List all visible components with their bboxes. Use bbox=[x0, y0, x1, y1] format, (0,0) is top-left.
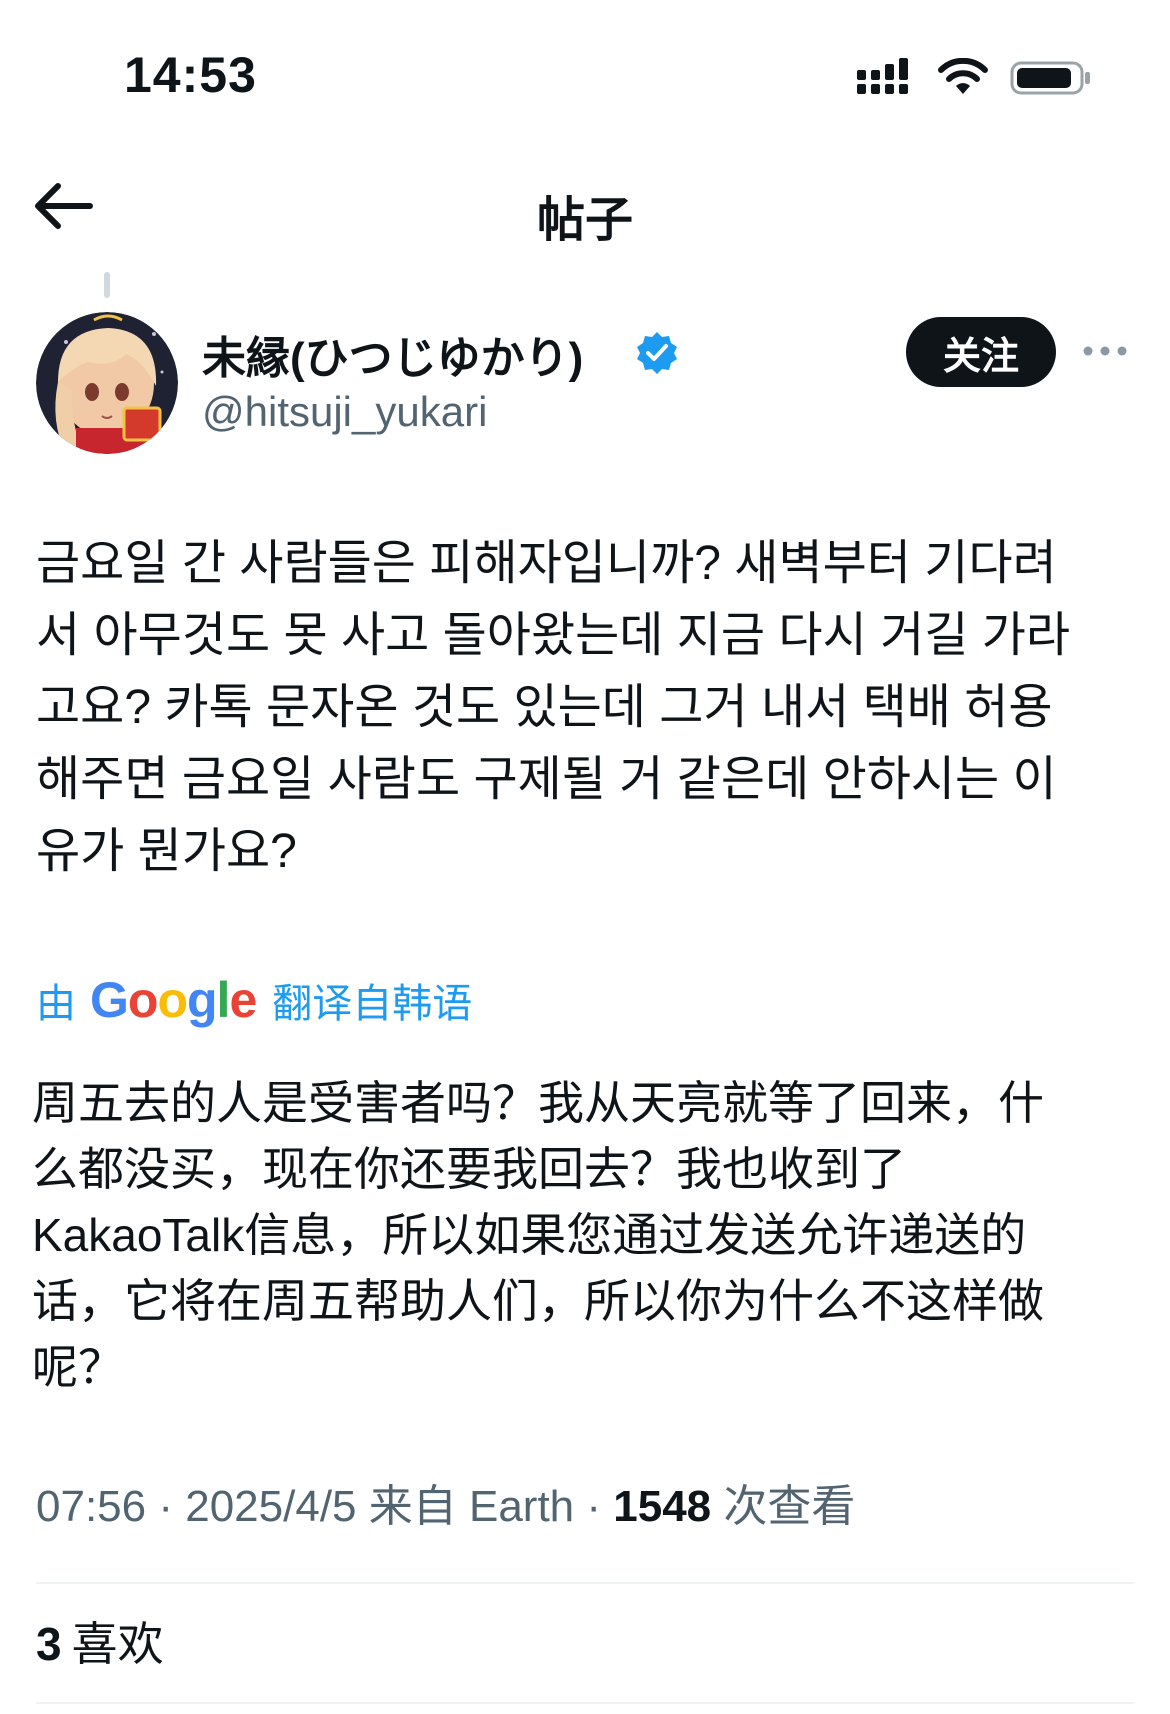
likes-label: 喜欢 bbox=[71, 1618, 164, 1670]
likes-count: 3 bbox=[36, 1618, 62, 1670]
page-title: 帖子 bbox=[536, 194, 633, 247]
wifi-icon bbox=[938, 58, 988, 94]
meta-separator: · bbox=[158, 1482, 173, 1531]
tweet-meta: 07:56 · 2025/4/5 来自 Earth · 1548 次查看 bbox=[36, 1470, 855, 1534]
tweet-time[interactable]: 07:56 bbox=[36, 1482, 146, 1531]
author-display-name[interactable]: 未縁(ひつじゆかり) bbox=[202, 322, 583, 386]
divider bbox=[36, 1582, 1134, 1584]
tweet-source: 来自 Earth bbox=[368, 1482, 575, 1531]
verified-badge-icon bbox=[637, 332, 677, 374]
tweet-date[interactable]: 2025/4/5 bbox=[185, 1482, 356, 1531]
author-handle[interactable]: @hitsuji_yukari bbox=[202, 388, 487, 436]
views-label: 次查看 bbox=[723, 1482, 856, 1531]
likes-summary[interactable]: 3 喜欢 bbox=[36, 1608, 164, 1674]
google-logo: Google bbox=[90, 972, 257, 1028]
follow-button[interactable]: 关注 bbox=[906, 317, 1056, 387]
more-horizontal-icon[interactable] bbox=[1082, 334, 1128, 368]
status-bar: 14:53 bbox=[0, 0, 1170, 140]
meta-separator: · bbox=[586, 1482, 602, 1531]
translation-by-label: 由 bbox=[36, 982, 76, 1026]
translated-text: 周五去的人是受害者吗？我从天亮就等了回来，什 么都没买，现在你还要我回去？我也收… bbox=[32, 1077, 1044, 1393]
tweet-text: 금요일 간 사람들은 피해자입니까? 새벽부터 기다려 서 아무것도 못 사고 … bbox=[36, 537, 1071, 878]
top-nav-bar: 帖子 bbox=[0, 150, 1170, 260]
views-count: 1548 bbox=[613, 1482, 712, 1531]
cellular-signal-icon bbox=[857, 58, 908, 94]
battery-icon bbox=[1010, 61, 1090, 95]
thread-connector-line bbox=[104, 272, 110, 298]
divider bbox=[36, 1702, 1134, 1704]
translation-source-label: 翻译自韩语 bbox=[272, 982, 473, 1026]
avatar[interactable] bbox=[36, 312, 178, 454]
status-time: 14:53 bbox=[124, 47, 257, 103]
translation-attribution[interactable]: 由 Google 翻译自韩语 bbox=[36, 970, 472, 1030]
